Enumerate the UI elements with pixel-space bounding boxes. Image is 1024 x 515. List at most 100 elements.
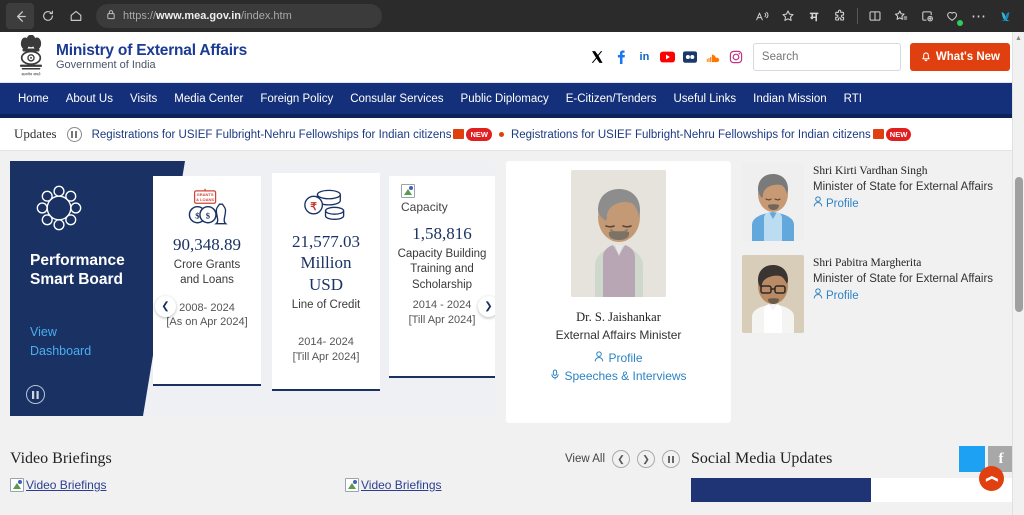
profile-link[interactable]: Profile (813, 288, 993, 305)
nav-item-home[interactable]: Home (18, 93, 49, 105)
video-thumbnail[interactable]: Video Briefings (345, 478, 680, 497)
stat-label: Crore Grants and Loans (173, 259, 241, 287)
speeches-label: Speeches & Interviews (564, 369, 687, 383)
main-content: Performance Smart Board View Dashboard G… (0, 151, 1024, 433)
stat-period: 2008- 2024 [As on Apr 2024] (166, 301, 248, 329)
linkedin-icon[interactable]: in (637, 50, 652, 65)
favorite-star-icon[interactable] (775, 3, 801, 29)
stat-value: 21,577.03 Million USD (292, 232, 360, 294)
svg-text:₹: ₹ (310, 201, 317, 212)
read-aloud-icon[interactable] (749, 3, 775, 29)
smart-board-prev-button[interactable]: ❮ (155, 296, 176, 317)
twitter-tile[interactable] (959, 446, 985, 472)
video-pause-button[interactable] (662, 450, 680, 468)
minister-of-state-info: Shri Pabitra Margherita Minister of Stat… (813, 255, 993, 333)
section-title: Social Media Updates (691, 450, 833, 467)
minister-of-state-row: Shri Pabitra Margherita Minister of Stat… (742, 255, 1014, 333)
profile-link[interactable]: Profile (594, 351, 643, 365)
avatar (742, 163, 804, 241)
ticker-pause-button[interactable] (66, 126, 82, 142)
social-feed-panel (691, 478, 871, 502)
whats-new-button[interactable]: What's New (909, 43, 1010, 71)
nav-item-media-center[interactable]: Media Center (174, 93, 243, 105)
nav-item-consular-services[interactable]: Consular Services (350, 93, 443, 105)
soundcloud-icon[interactable] (706, 50, 721, 65)
back-button[interactable] (6, 3, 34, 29)
smart-board-next-button[interactable]: ❯ (478, 296, 495, 317)
video-prev-button[interactable]: ❮ (612, 450, 630, 468)
nav-item-foreign-policy[interactable]: Foreign Policy (260, 93, 333, 105)
collections-icon[interactable] (888, 3, 914, 29)
speeches-interviews-link[interactable]: Speeches & Interviews (550, 369, 687, 383)
instagram-icon[interactable] (729, 50, 744, 65)
video-thumbnail[interactable]: Video Briefings (10, 478, 345, 497)
nav-item-e-citizen-tenders[interactable]: E-Citizen/Tenders (566, 93, 657, 105)
nav-item-visits[interactable]: Visits (130, 93, 157, 105)
smart-board-logo-icon (36, 185, 82, 231)
smart-board-pause-button[interactable] (26, 385, 45, 404)
flickr-icon[interactable] (683, 50, 698, 65)
minister-name: Shri Kirti Vardhan Singh (813, 165, 928, 177)
profile-link[interactable]: Profile (813, 196, 993, 213)
national-emblem-icon: सत्यमेव जयते (20, 35, 42, 77)
social-icon-bar: in (591, 50, 744, 65)
ticker-separator-dot (498, 131, 504, 137)
minister-of-state-info: Shri Kirti Vardhan Singh Minister of Sta… (813, 163, 993, 241)
hindi-input-icon[interactable]: म (801, 3, 827, 29)
broken-image-alt-text: Capacity (401, 200, 448, 214)
home-button[interactable] (62, 3, 90, 29)
broken-image-icon: Capacity (395, 182, 448, 216)
facebook-icon[interactable] (614, 50, 629, 65)
ministers-of-state-list: Shri Kirti Vardhan Singh Minister of Sta… (742, 161, 1014, 333)
reload-button[interactable] (34, 3, 62, 29)
stat-card[interactable]: GRANTS & LOANS $ $ 90,348.89 Crore Grant… (153, 176, 261, 386)
address-bar[interactable]: https://www.mea.gov.in/index.htm (96, 4, 382, 28)
nav-item-about-us[interactable]: About Us (66, 93, 113, 105)
lock-icon (106, 7, 116, 25)
pdf-icon (872, 128, 884, 139)
view-dashboard-link[interactable]: View Dashboard (30, 323, 138, 361)
extensions-icon[interactable] (827, 3, 853, 29)
video-next-button[interactable]: ❯ (637, 450, 655, 468)
broken-image-icon[interactable]: Video Briefings (10, 478, 107, 492)
nav-item-indian-mission[interactable]: Indian Mission (753, 93, 827, 105)
minister-name: Dr. S. Jaishankar (576, 310, 661, 324)
ticker-message[interactable]: Registrations for USIEF Fulbright-Nehru … (511, 127, 912, 141)
nav-item-useful-links[interactable]: Useful Links (674, 93, 737, 105)
profile-label: Profile (826, 197, 859, 210)
nav-item-public-diplomacy[interactable]: Public Diplomacy (461, 93, 549, 105)
stat-label: Capacity Building Training and Scholarsh… (397, 248, 487, 291)
scroll-up-arrow-icon[interactable]: ▲ (1013, 32, 1024, 44)
more-options-icon[interactable]: ⋯ (966, 3, 992, 29)
person-icon (813, 288, 823, 305)
copilot-icon[interactable] (992, 3, 1018, 29)
search-input[interactable] (761, 51, 916, 63)
brand-block: Ministry of External Affairs Government … (56, 42, 247, 73)
nav-item-rti[interactable]: RTI (844, 93, 862, 105)
add-tab-icon[interactable] (914, 3, 940, 29)
stat-card[interactable]: Capacity 1,58,816 Capacity Building Trai… (389, 176, 495, 378)
chevron-right-icon: ❯ (642, 453, 650, 464)
scroll-to-top-button[interactable]: ❱ (979, 466, 1004, 491)
stat-value: 1,58,816 (412, 224, 472, 243)
social-media-updates-section: Social Media Updates f ❱ (691, 440, 1014, 502)
scrollbar-thumb[interactable] (1015, 177, 1023, 312)
social-media-header: Social Media Updates f (691, 440, 1014, 478)
ticker-message[interactable]: Registrations for USIEF Fulbright-Nehru … (92, 127, 492, 141)
ticker-track: Registrations for USIEF Fulbright-Nehru … (92, 127, 912, 141)
broken-image-icon[interactable]: Video Briefings (345, 478, 442, 492)
video-briefings-header: Video Briefings View All ❮ ❯ (10, 440, 680, 478)
browser-essentials-icon[interactable] (940, 3, 966, 29)
page-scrollbar[interactable]: ▲ (1012, 32, 1024, 515)
bell-icon (920, 50, 932, 65)
stat-period: 2014- 2024 [Till Apr 2024] (292, 335, 360, 363)
search-box[interactable] (752, 43, 928, 71)
chevron-right-icon: ❯ (484, 301, 493, 312)
stat-card[interactable]: ₹ 21,577.03 Million USD Line of Credit 2… (272, 173, 380, 391)
youtube-icon[interactable] (659, 50, 675, 65)
split-screen-icon[interactable] (862, 3, 888, 29)
x-twitter-icon[interactable] (591, 50, 606, 65)
updates-label: Updates (14, 126, 57, 141)
view-all-link[interactable]: View All (565, 453, 605, 465)
section-title: Video Briefings (10, 450, 112, 467)
